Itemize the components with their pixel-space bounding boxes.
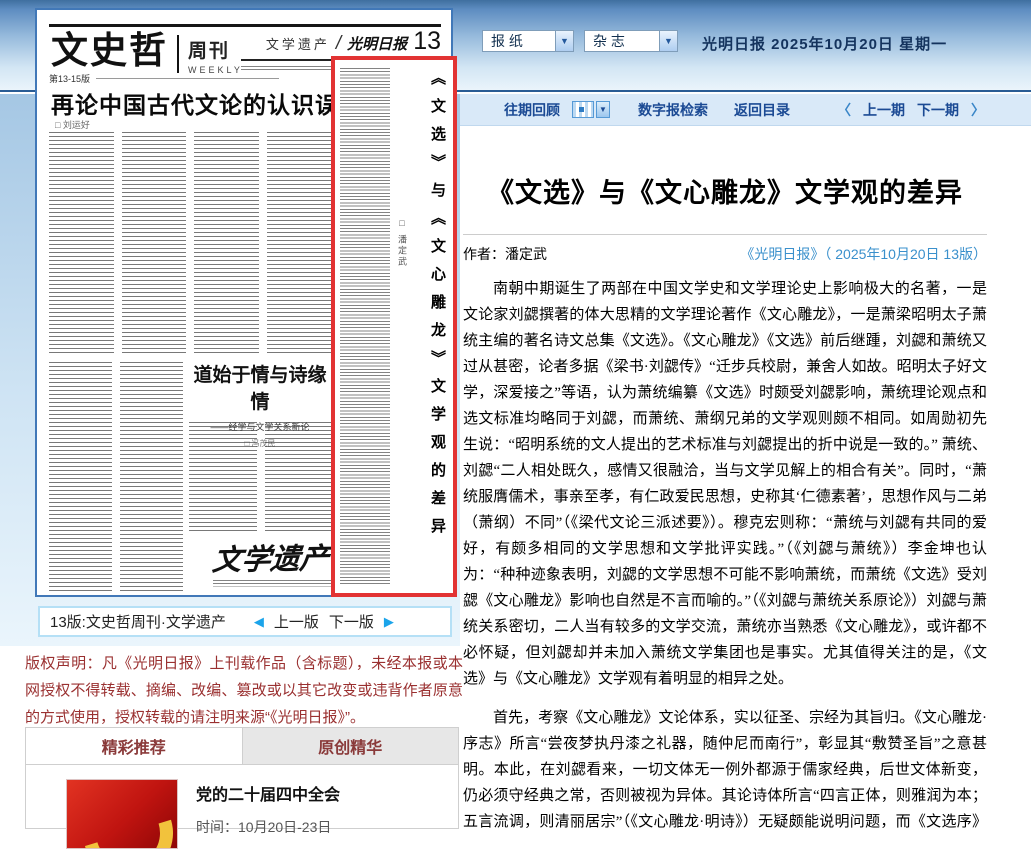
- next-page-link[interactable]: 下一版: [329, 611, 374, 632]
- masthead-divider: [177, 35, 179, 73]
- newspaper-text-columns: [189, 422, 333, 532]
- prev-page-link[interactable]: 上一版: [274, 611, 319, 632]
- paper-select-value: 报 纸: [491, 31, 523, 51]
- next-page-arrow-icon: ▶: [384, 614, 394, 630]
- issue-date: 光明日报 2025年10月20日 星期一: [702, 33, 947, 54]
- section-calligraphy-logo: 文学遗产: [198, 535, 345, 579]
- next-chevron-icon: 〉: [971, 100, 985, 120]
- newspaper-headline-mid: 道始于情与诗缘情: [185, 360, 335, 414]
- masthead-title: 文史哲: [51, 32, 168, 72]
- page-range-row: 第13-15版: [49, 72, 279, 85]
- slash-divider: /: [336, 33, 341, 55]
- recommendation-panel: 精彩推荐 原创精华 党的二十届四中全会 时间：10月20日-23日: [25, 727, 459, 829]
- party-emblem-image[interactable]: [66, 779, 178, 849]
- issue-navbar: 往期回顾 ▼ 数字报检索 返回目录 〈 上一期 下一期 〉: [460, 94, 1031, 126]
- next-issue-link[interactable]: 下一期: [917, 100, 959, 120]
- article-source: 《光明日报》（ 2025年10月20日 13版）: [740, 244, 987, 264]
- prev-chevron-icon: 〈: [837, 100, 851, 120]
- back-issues-link[interactable]: 往期回顾: [504, 100, 560, 120]
- tab-original[interactable]: 原创精华: [242, 728, 459, 764]
- article-title: 《文选》与《文心雕龙》文学观的差异: [463, 171, 987, 210]
- weekly-label-cn: 周刊: [188, 36, 243, 63]
- page-range-label: 第13-15版: [49, 72, 90, 85]
- paper-logo: 光明日报: [347, 33, 407, 54]
- article-paragraph: 南朝中期诞生了两部在中国文学史和文学理论史上影响极大的名著，一是文论家刘勰撰著的…: [463, 276, 987, 692]
- article-body: 南朝中期诞生了两部在中国文学史和文学理论史上影响极大的名著，一是文论家刘勰撰著的…: [463, 276, 987, 829]
- calendar-dropdown-icon[interactable]: ▼: [596, 101, 610, 118]
- vertical-article-title: 《文选》与《文心雕龙》文学观的差异: [427, 70, 448, 585]
- highlight-text-column: [340, 68, 390, 585]
- section-label: 文学遗产: [266, 34, 330, 53]
- dropdown-arrow-icon[interactable]: ▼: [659, 31, 677, 51]
- vertical-article-author: □ 潘定武: [396, 218, 409, 268]
- article-author: 作者：潘定武: [463, 244, 547, 264]
- page-range-rule: [96, 78, 279, 79]
- page-number: 13: [413, 30, 441, 52]
- dropdown-arrow-icon[interactable]: ▼: [555, 31, 573, 51]
- page: 报 纸 ▼ 杂 志 ▼ 光明日报 2025年10月20日 星期一 往期回顾 ▼ …: [0, 0, 1031, 829]
- digital-search-link[interactable]: 数字报检索: [638, 100, 708, 120]
- article-paragraph: 首先，考察《文心雕龙》文论体系，实以征圣、宗经为其旨归。《文心雕龙·序志》所言“…: [463, 705, 987, 829]
- prev-page-arrow-icon: ◀: [254, 614, 264, 630]
- calligraphy-caption-line: [213, 580, 331, 587]
- article-divider: [463, 234, 987, 235]
- calendar-picker[interactable]: ▼: [572, 101, 610, 118]
- newspaper-headline-main: 再论中国古代文论的认识误区: [51, 86, 363, 120]
- magazine-select[interactable]: 杂 志 ▼: [584, 30, 678, 52]
- prev-issue-link[interactable]: 上一期: [863, 100, 905, 120]
- back-to-contents-link[interactable]: 返回目录: [734, 100, 790, 120]
- masthead: 文史哲 周刊 WEEKLY: [51, 32, 243, 75]
- newspaper-text-columns: [49, 132, 331, 356]
- newspaper-text-columns: [49, 362, 183, 592]
- magazine-select-value: 杂 志: [593, 31, 625, 51]
- article-pane: 《文选》与《文心雕龙》文学观的差异 作者：潘定武 《光明日报》（ 2025年10…: [463, 127, 987, 829]
- promo-title-link[interactable]: 党的二十届四中全会: [196, 781, 340, 805]
- tab-featured[interactable]: 精彩推荐: [26, 728, 242, 764]
- page-bar-label: 13版:文史哲周刊·文学遗产: [50, 611, 226, 632]
- masthead-rule: [49, 24, 441, 27]
- highlighted-article-region[interactable]: □ 潘定武 《文选》与《文心雕龙》文学观的差异: [331, 56, 457, 597]
- paper-select[interactable]: 报 纸 ▼: [482, 30, 574, 52]
- copyright-notice: 版权声明：凡《光明日报》上刊载作品（含标题），未经本报或本网授权不得转载、摘编、…: [25, 650, 463, 731]
- promo-time: 时间：10月20日-23日: [196, 817, 340, 837]
- page-navigation-bar: 13版:文史哲周刊·文学遗产 ◀ 上一版 下一版 ▶: [38, 606, 452, 637]
- calendar-icon[interactable]: [572, 101, 594, 118]
- newspaper-headline-main-author: □ 刘运好: [55, 118, 90, 131]
